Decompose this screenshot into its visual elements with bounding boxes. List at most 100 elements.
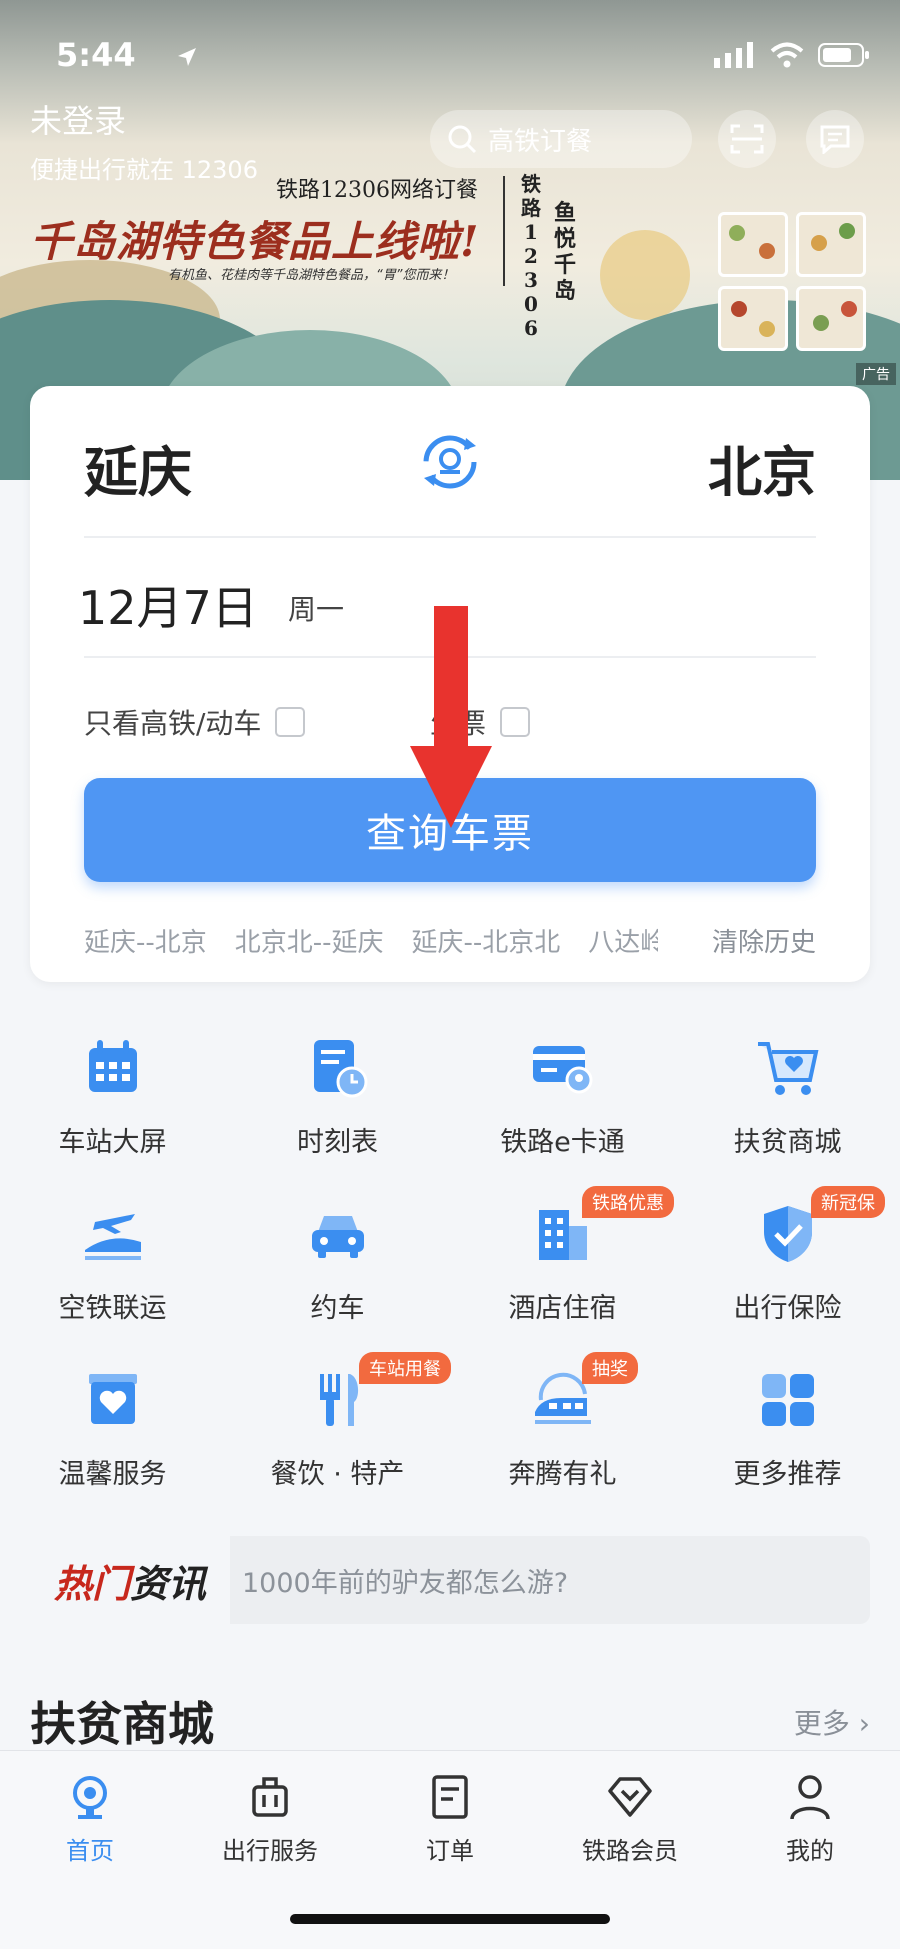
car-icon	[311, 1216, 364, 1258]
diamond-icon	[608, 1777, 652, 1817]
hot-news-label-2: 资讯	[130, 1561, 207, 1606]
history-item[interactable]: 八达岭	[588, 922, 658, 959]
service-hotel[interactable]: 酒店住宿 铁路优惠	[450, 1186, 675, 1328]
service-label: 餐饮 · 特产	[270, 1459, 405, 1490]
grid-icon	[761, 1374, 814, 1426]
service-label: 温馨服务	[58, 1459, 167, 1490]
divider	[84, 536, 816, 538]
service-lottery[interactable]: 奔腾有礼 抽奖	[450, 1352, 675, 1494]
departure-weekday: 周一	[288, 593, 345, 626]
search-history: 延庆--北京 北京北--延庆 延庆--北京北 八达岭 清除历史	[84, 922, 816, 959]
scan-icon	[730, 124, 764, 154]
plane-train-icon	[84, 1214, 141, 1260]
hot-news-label: 热门 资讯	[30, 1536, 230, 1624]
highspeed-only-label: 只看高铁/动车	[84, 707, 262, 740]
hot-news-headline[interactable]: 1000年前的驴友都怎么游?	[230, 1561, 568, 1600]
search-bar[interactable]: 高铁订餐	[430, 110, 692, 168]
highspeed-only-checkbox[interactable]	[275, 707, 306, 737]
tab-orders[interactable]: 订单	[360, 1773, 540, 1866]
ad-label: 广告	[856, 363, 896, 385]
tab-travel-services[interactable]: 出行服务	[180, 1773, 360, 1866]
tab-profile[interactable]: 我的	[720, 1773, 900, 1866]
promo-tag: 铁路优惠	[582, 1186, 674, 1218]
promo-tag: 抽奖	[582, 1352, 638, 1384]
student-ticket-checkbox[interactable]	[500, 707, 531, 737]
banner-decoration	[600, 230, 690, 320]
service-label: 酒店住宿	[508, 1293, 617, 1324]
tab-label: 我的	[786, 1837, 834, 1865]
status-icons	[178, 42, 870, 68]
promo-tag: 新冠保	[811, 1186, 885, 1218]
tab-label: 铁路会员	[582, 1837, 678, 1865]
scan-button[interactable]	[718, 110, 776, 168]
message-icon	[820, 125, 850, 154]
promo-tag: 车站用餐	[359, 1352, 451, 1384]
from-city[interactable]: 延庆	[84, 428, 192, 507]
banner-vertical-text: 铁路12306	[521, 172, 541, 340]
service-caring[interactable]: 温馨服务	[0, 1354, 225, 1494]
service-poverty-mall[interactable]: 扶贫商城	[675, 1022, 900, 1162]
login-subtitle: 便捷出行就在 12306	[30, 156, 258, 184]
tab-membership[interactable]: 铁路会员	[540, 1773, 720, 1866]
banner-divider	[503, 176, 505, 286]
tab-home[interactable]: 首页	[0, 1773, 180, 1866]
food-photo	[796, 212, 866, 277]
clear-history-button[interactable]: 清除历史	[712, 922, 816, 959]
to-city[interactable]: 北京	[708, 428, 816, 507]
service-label: 时刻表	[297, 1127, 378, 1158]
hot-news-label-1: 热门	[53, 1561, 130, 1606]
service-food[interactable]: 餐饮 · 特产 车站用餐	[225, 1352, 451, 1494]
service-label: 空铁联运	[58, 1293, 167, 1324]
battery-icon	[818, 43, 869, 67]
login-status[interactable]: 未登录	[30, 96, 126, 142]
service-label: 约车	[310, 1293, 365, 1324]
banner-small-text: 有机鱼、花桂肉等千岛湖特色餐品，“胃”您而来！	[168, 268, 455, 283]
highspeed-only-option[interactable]: 只看高铁/动车	[84, 702, 306, 742]
history-item[interactable]: 延庆--北京北	[412, 922, 561, 959]
service-label: 铁路e卡通	[500, 1127, 625, 1158]
banner-vertical-text: 鱼悦千岛	[553, 200, 576, 304]
more-link[interactable]: 更多 ›	[794, 1702, 870, 1742]
user-icon	[790, 1775, 830, 1820]
service-label: 车站大屏	[58, 1127, 167, 1158]
message-button[interactable]	[806, 110, 864, 168]
service-label: 更多推荐	[733, 1459, 842, 1490]
wifi-icon	[770, 42, 804, 68]
home-indicator[interactable]	[290, 1914, 610, 1924]
banner-title: 千岛湖特色餐品上线啦!	[30, 217, 480, 266]
service-label: 扶贫商城	[733, 1127, 842, 1158]
service-insurance[interactable]: 出行保险 新冠保	[675, 1186, 900, 1328]
card-icon	[532, 1046, 592, 1094]
timetable-icon	[313, 1040, 367, 1098]
service-label: 出行保险	[733, 1293, 842, 1324]
service-ecard[interactable]: 铁路e卡通	[450, 1022, 675, 1162]
service-more[interactable]: 更多推荐	[675, 1354, 900, 1494]
service-air-rail[interactable]: 空铁联运	[0, 1188, 225, 1328]
swap-stations-icon[interactable]	[416, 428, 484, 496]
departure-date[interactable]: 12月7日	[78, 572, 258, 638]
status-time: 5:44	[56, 36, 136, 74]
banner-subtitle: 铁路12306网络订餐	[276, 178, 478, 203]
food-photo	[718, 212, 788, 277]
order-icon	[432, 1775, 468, 1819]
tab-label: 订单	[426, 1837, 474, 1865]
history-item[interactable]: 延庆--北京	[84, 922, 207, 959]
service-timetable[interactable]: 时刻表	[225, 1022, 450, 1162]
cart-heart-icon	[757, 1042, 818, 1095]
service-station-screen[interactable]: 车站大屏	[0, 1022, 225, 1162]
location-arrow-icon	[178, 48, 196, 66]
history-item[interactable]: 北京北--延庆	[235, 922, 384, 959]
shield-icon	[763, 1206, 812, 1262]
hot-news-bar[interactable]: 热门 资讯 1000年前的驴友都怎么游?	[30, 1536, 870, 1624]
calendar-icon	[88, 1040, 137, 1092]
annotation-arrow	[410, 606, 492, 828]
food-photo	[718, 286, 788, 351]
luggage-icon	[252, 1777, 288, 1817]
tab-label: 出行服务	[222, 1837, 318, 1865]
service-label: 奔腾有礼	[508, 1459, 617, 1490]
service-ride[interactable]: 约车	[225, 1188, 450, 1328]
signal-icon	[714, 42, 753, 68]
search-icon	[448, 125, 477, 154]
home-train-icon	[73, 1776, 107, 1819]
tab-label: 首页	[66, 1837, 114, 1865]
